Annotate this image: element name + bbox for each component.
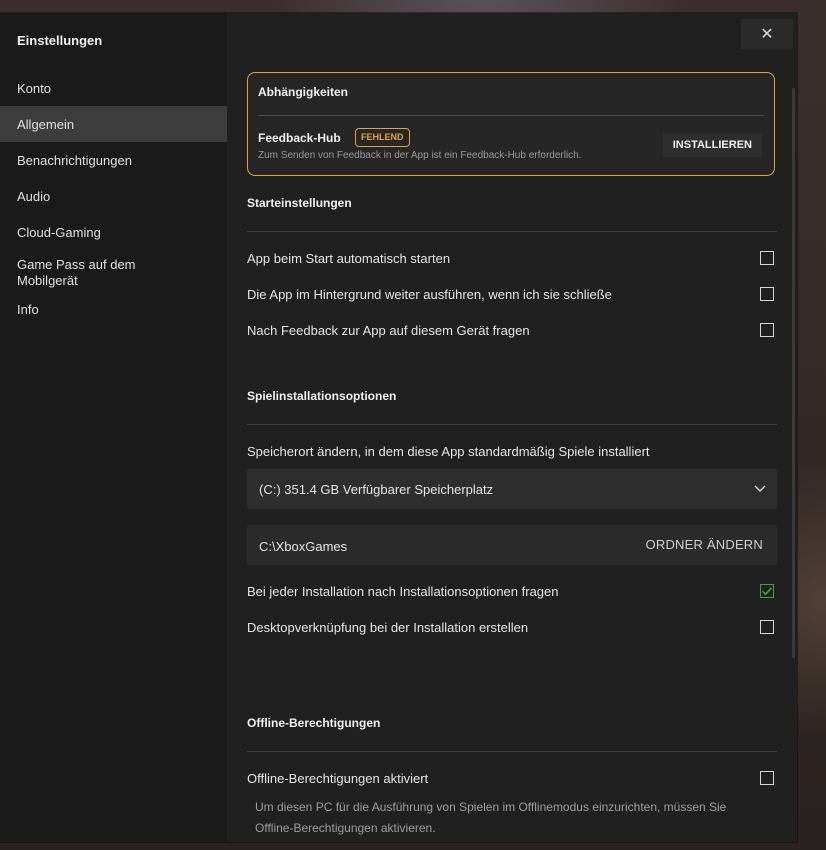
run-in-background-checkbox[interactable] [760,287,774,301]
dependency-description: Zum Senden von Feedback in der App ist e… [258,150,582,161]
install-path-field: C:\XboxGames ORDNER ÄNDERN [247,525,777,565]
drive-select[interactable]: (C:) 351.4 GB Verfügbarer Speicherplatz [247,469,777,509]
install-button[interactable]: INSTALLIEREN [662,133,762,157]
desktop-shortcut-label: Desktopverknüpfung bei der Installation … [247,620,529,635]
run-in-background-label: Die App im Hintergrund weiter ausführen,… [247,287,612,302]
feedback-prompt-checkbox[interactable] [760,323,774,337]
divider [247,751,777,752]
sidebar-item-audio[interactable]: Audio [0,178,227,214]
install-location-label: Speicherort ändern, in dem diese App sta… [247,444,650,459]
close-button[interactable]: ✕ [741,19,793,49]
scrollbar[interactable] [792,88,795,658]
change-folder-button[interactable]: ORDNER ÄNDERN [646,537,763,552]
drive-select-value: (C:) 351.4 GB Verfügbarer Speicherplatz [259,482,494,497]
install-path-value: C:\XboxGames [259,539,348,554]
startup-section-title: Starteinstellungen [247,196,352,210]
desktop-shortcut-checkbox[interactable] [760,620,774,634]
dependencies-panel: Abhängigkeiten Feedback-Hub FEHLEND Zum … [247,72,775,176]
dependency-name: Feedback-Hub [258,131,341,145]
sidebar-item-allgemein[interactable]: Allgemein [0,106,227,142]
divider [247,231,777,232]
sidebar-item-info[interactable]: Info [0,294,227,324]
sidebar-item-benachrichtigungen[interactable]: Benachrichtigungen [0,142,227,178]
dependencies-title: Abhängigkeiten [258,85,349,99]
autostart-checkbox[interactable] [760,251,774,265]
offline-help-text: Um diesen PC für die Ausführung von Spie… [255,800,727,835]
settings-content: ✕ Abhängigkeiten Feedback-Hub FEHLEND Zu… [227,13,797,842]
offline-permissions-label: Offline-Berechtigungen aktiviert [247,771,429,786]
status-badge: FEHLEND [355,128,410,147]
chevron-down-icon [753,481,767,500]
sidebar-item-konto[interactable]: Konto [0,70,227,106]
sidebar-title: Einstellungen [17,33,103,48]
sidebar-item-cloud-gaming[interactable]: Cloud-Gaming [0,214,227,250]
checkmark-icon [761,587,773,596]
divider [258,115,764,116]
sidebar: Einstellungen Konto Allgemein Benachrich… [0,13,227,842]
sidebar-item-game-pass-mobile[interactable]: Game Pass auf dem Mobilgerät [0,250,150,294]
ask-install-options-checkbox[interactable] [760,584,774,598]
sidebar-nav: Konto Allgemein Benachrichtigungen Audio… [0,70,227,324]
autostart-label: App beim Start automatisch starten [247,251,451,266]
close-icon: ✕ [760,26,774,43]
ask-install-options-label: Bei jeder Installation nach Installation… [247,584,559,599]
divider [247,424,777,425]
settings-window: Einstellungen Konto Allgemein Benachrich… [0,13,797,842]
feedback-prompt-label: Nach Feedback zur App auf diesem Gerät f… [247,323,530,338]
install-section-title: Spielinstallationsoptionen [247,389,397,403]
offline-section-title: Offline-Berechtigungen [247,716,381,730]
offline-permissions-checkbox[interactable] [760,771,774,785]
